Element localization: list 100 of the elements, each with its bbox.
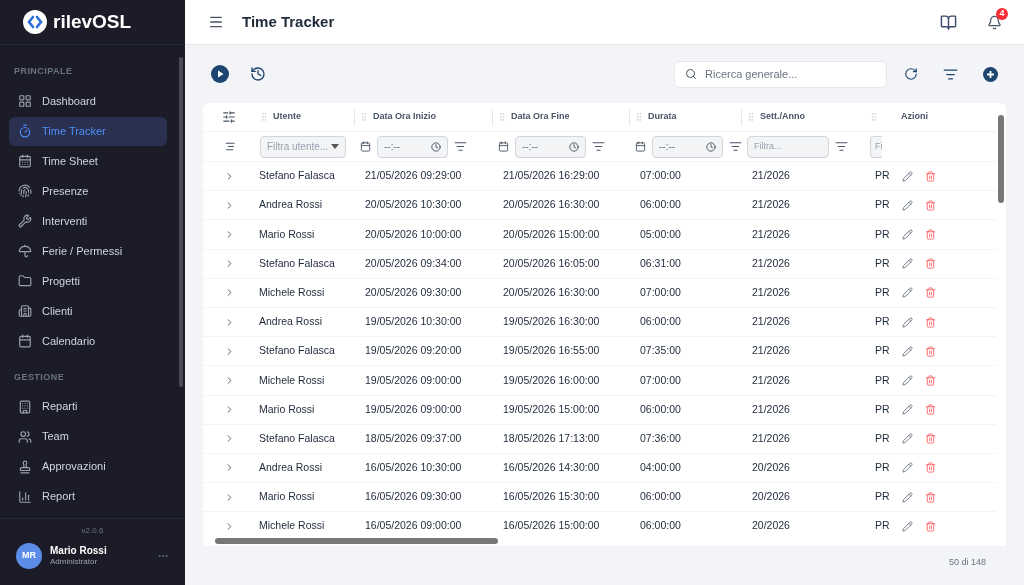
delete-icon[interactable] [924, 170, 936, 182]
delete-icon[interactable] [924, 228, 936, 240]
table-cell-text: 06:00:00 [639, 489, 682, 505]
filter-icon[interactable] [454, 140, 467, 153]
density-icon[interactable] [222, 141, 236, 152]
table-row[interactable]: Andrea Rossi 19/05/2026 10:30:00 19/05/2026 16:30:00 06:00:00 21/2026 PR [203, 307, 996, 338]
sidebar-item[interactable]: Time Sheet [9, 146, 167, 176]
table-cell-text: Michele Rossi [258, 518, 326, 534]
refresh-icon[interactable] [904, 67, 918, 81]
column-header[interactable]: Durata [648, 110, 677, 124]
edit-icon[interactable] [901, 433, 913, 445]
table-row[interactable]: Stefano Falasca 18/05/2026 09:37:00 18/05/2026 17:13:00 07:36:00 21/2026 PR [203, 424, 996, 454]
column-header[interactable]: Data Ora Inizio [373, 110, 436, 124]
sidebar-item[interactable]: Calendario [9, 326, 167, 356]
table-row[interactable]: Stefano Falasca 19/05/2026 09:20:00 19/05/2026 16:55:00 07:35:00 21/2026 PR [203, 337, 996, 367]
edit-icon[interactable] [901, 228, 913, 240]
time-filter-field[interactable]: --:-- [652, 135, 723, 158]
menu-icon[interactable] [208, 14, 224, 30]
time-filter-field[interactable]: --:-- [515, 135, 586, 158]
play-icon[interactable] [211, 65, 229, 83]
edit-icon[interactable] [901, 462, 913, 474]
edit-icon[interactable] [901, 287, 913, 299]
edit-icon[interactable] [901, 491, 913, 503]
nav-icon [18, 214, 32, 228]
edit-icon[interactable] [901, 520, 913, 532]
calendar-icon[interactable] [635, 141, 646, 152]
table-cell-text: 19/05/2026 09:00:00 [364, 401, 463, 417]
drag-handle-icon[interactable] [634, 112, 644, 122]
brand-name: rilevOSL [53, 9, 132, 34]
delete-icon[interactable] [924, 199, 936, 211]
sidebar-item[interactable]: Clienti [9, 296, 167, 326]
sidebar-item[interactable]: Ferie / Permessi [9, 236, 167, 266]
time-filter-field[interactable]: --:-- [377, 135, 448, 158]
calendar-icon[interactable] [360, 141, 371, 152]
table-cell-text: Mario Rossi [258, 226, 316, 242]
table-row[interactable]: Mario Rossi 16/05/2026 09:30:00 16/05/2026 15:30:00 06:00:00 20/2026 PR [203, 483, 996, 513]
drag-handle-icon[interactable] [497, 112, 507, 122]
calendar-icon[interactable] [498, 141, 509, 152]
edit-icon[interactable] [901, 345, 913, 357]
delete-icon[interactable] [924, 316, 936, 328]
sidebar-item[interactable]: Report [9, 482, 167, 511]
sidebar-item[interactable]: Team [9, 422, 167, 451]
clock-icon [431, 141, 441, 152]
delete-icon[interactable] [924, 462, 936, 474]
sidebar-item[interactable]: Time Tracker [9, 116, 167, 146]
delete-icon[interactable] [924, 258, 936, 270]
table-row[interactable]: Mario Rossi 20/05/2026 10:00:00 20/05/2026 15:00:00 05:00:00 21/2026 PR [203, 220, 996, 250]
filter-icon[interactable] [729, 140, 742, 153]
sidebar-scrollbar[interactable] [179, 57, 183, 387]
delete-icon[interactable] [924, 433, 936, 445]
delete-icon[interactable] [924, 491, 936, 503]
history-icon[interactable] [250, 66, 266, 82]
column-header[interactable]: Utente [273, 110, 301, 124]
filter-icon[interactable] [592, 140, 605, 153]
column-header[interactable]: Azioni [901, 110, 928, 124]
table-row[interactable]: Andrea Rossi 20/05/2026 10:30:00 20/05/2026 16:30:00 06:00:00 21/2026 PR [203, 191, 996, 221]
table-cell-text: 07:00:00 [639, 372, 682, 388]
sidebar-item[interactable]: Interventi [9, 206, 167, 236]
drag-handle-icon[interactable] [359, 112, 369, 122]
drag-handle-icon[interactable] [259, 112, 269, 122]
table-row[interactable]: Mario Rossi 19/05/2026 09:00:00 19/05/2026 15:00:00 06:00:00 21/2026 PR [203, 395, 996, 425]
section-title: PRINCIPALE [13, 65, 74, 78]
table-cell-text: PR [875, 343, 890, 359]
sidebar-item[interactable]: Dashboard [9, 86, 167, 116]
delete-icon[interactable] [924, 345, 936, 357]
edit-icon[interactable] [901, 316, 913, 328]
table-cell-text: PR [875, 284, 890, 300]
sidebar-item[interactable]: Progetti [9, 266, 167, 296]
table-row[interactable]: Andrea Rossi 16/05/2026 10:30:00 16/05/2026 14:30:00 04:00:00 20/2026 PR [203, 453, 996, 484]
sidebar-item[interactable]: Presenze [9, 176, 167, 206]
search-field[interactable]: Ricerca generale... [674, 60, 887, 88]
sidebar-item[interactable]: Reparti [9, 392, 167, 421]
column-settings-icon[interactable] [222, 110, 236, 124]
drag-handle-icon[interactable] [746, 112, 756, 122]
edit-icon[interactable] [901, 404, 913, 416]
table-row[interactable]: Stefano Falasca 21/05/2026 09:29:00 21/05/2026 16:29:00 07:00:00 21/2026 PR [203, 162, 996, 192]
edit-icon[interactable] [901, 170, 913, 182]
book-icon[interactable] [940, 13, 957, 31]
table-row[interactable]: Michele Rossi 19/05/2026 09:00:00 19/05/2026 16:00:00 07:00:00 21/2026 PR [203, 366, 996, 396]
table-row[interactable]: Michele Rossi 20/05/2026 09:30:00 20/05/2026 16:30:00 07:00:00 21/2026 PR [203, 278, 996, 308]
table-cell-text: 16/05/2026 10:30:00 [364, 460, 463, 476]
nav-icon [18, 334, 32, 348]
notification-icon[interactable] [987, 14, 1002, 30]
add-icon[interactable] [983, 66, 998, 82]
delete-icon[interactable] [924, 404, 936, 416]
drag-handle-icon[interactable] [869, 112, 879, 122]
delete-icon[interactable] [924, 374, 936, 386]
table-row[interactable]: Stefano Falasca 20/05/2026 09:34:00 20/05/2026 16:05:00 06:31:00 21/2026 PR [203, 249, 996, 279]
sidebar-item[interactable]: Approvazioni [9, 452, 167, 481]
delete-icon[interactable] [924, 520, 936, 532]
column-header[interactable]: Data Ora Fine [511, 110, 570, 124]
nav-icon [18, 304, 32, 318]
filter-icon[interactable] [943, 66, 958, 82]
edit-icon[interactable] [901, 199, 913, 211]
filter-icon[interactable] [835, 140, 848, 153]
edit-icon[interactable] [901, 258, 913, 270]
table-cell-text: 20/2026 [751, 489, 791, 505]
delete-icon[interactable] [924, 287, 936, 299]
edit-icon[interactable] [901, 374, 913, 386]
column-header[interactable]: Sett./Anno [760, 110, 805, 124]
